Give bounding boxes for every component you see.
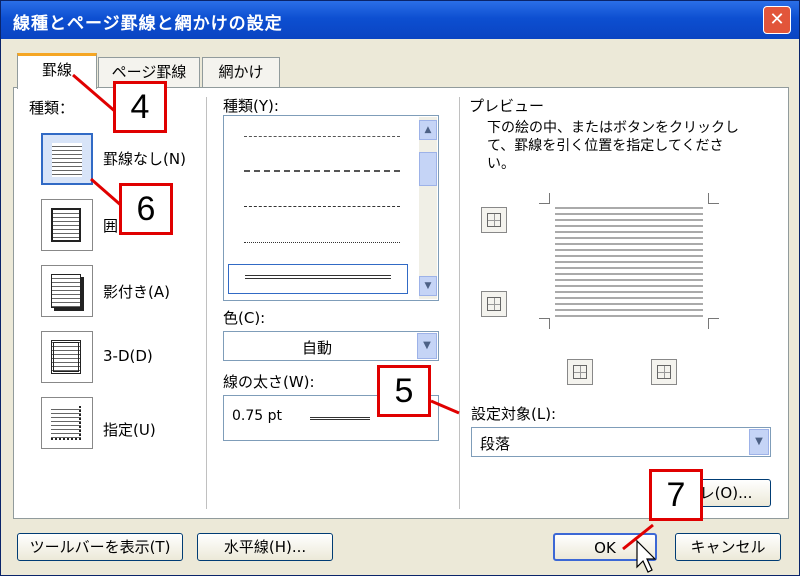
callout-5-arrow xyxy=(430,399,460,415)
borders-shading-dialog: 線種とページ罫線と網かけの設定 ✕ ページ罫線 網かけ 罫線 種類： 罫線なし(… xyxy=(0,0,800,576)
callout-4: 4 xyxy=(113,81,167,133)
callout-6: 6 xyxy=(119,183,173,235)
callout-4-arrow xyxy=(72,73,118,115)
mouse-cursor-icon xyxy=(636,539,657,573)
callout-7: 7 xyxy=(649,469,703,521)
callout-5: 5 xyxy=(377,365,431,417)
